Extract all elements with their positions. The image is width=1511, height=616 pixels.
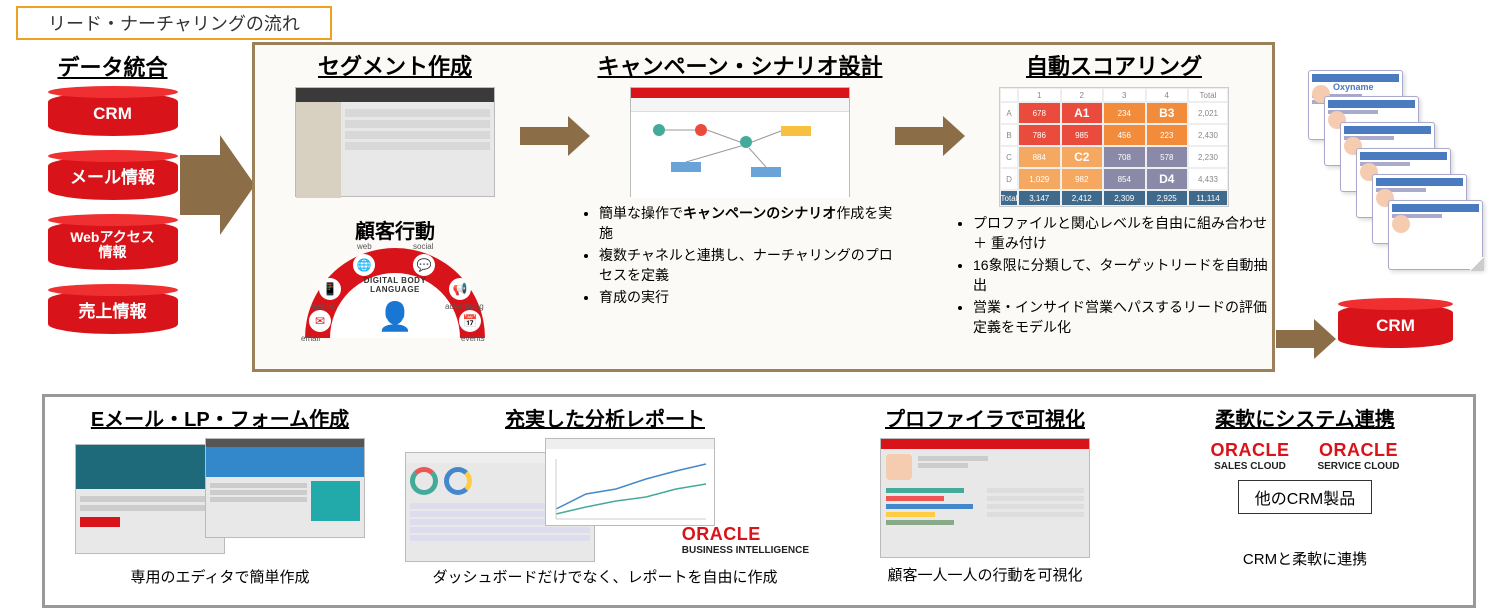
segment-heading: セグメント作成 bbox=[265, 49, 525, 81]
email-icon: ✉ bbox=[309, 310, 331, 332]
events-icon: 📅 bbox=[459, 310, 481, 332]
data-integration-column: データ統合 CRM メール情報 Webアクセス 情報 売上情報 bbox=[30, 50, 195, 354]
flow-arrow-2 bbox=[895, 127, 945, 145]
email-screenshot-1 bbox=[75, 444, 225, 554]
customer-behavior-heading: 顧客行動 bbox=[265, 215, 525, 244]
campaign-screenshot bbox=[630, 87, 850, 197]
campaign-panel: キャンペーン・シナリオ設計 bbox=[585, 49, 895, 309]
source-web: Webアクセス 情報 bbox=[48, 220, 178, 270]
scoring-grid: 1234Total A 678A1234B32,021 B 7869854562… bbox=[999, 87, 1229, 207]
scoring-heading: 自動スコアリング bbox=[959, 49, 1269, 81]
segment-screenshot bbox=[295, 87, 495, 197]
campaign-bullet-3: 育成の実行 bbox=[599, 289, 669, 305]
scoring-bullets: プロファイルと関心レベルを自由に組み合わせ ＋ 重み付け 16象限に分類して、タ… bbox=[959, 213, 1269, 337]
source-crm: CRM bbox=[48, 92, 178, 136]
oracle-sales-cloud-logo: ORACLE SALES CLOUD bbox=[1210, 440, 1289, 472]
other-crm-badge: 他のCRM製品 bbox=[1238, 480, 1372, 514]
source-mail: メール情報 bbox=[48, 156, 178, 200]
integration-panel: 柔軟にシステム連携 ORACLE SALES CLOUD ORACLE SERV… bbox=[1145, 403, 1465, 569]
email-screenshot-2 bbox=[205, 438, 365, 538]
flow-container: セグメント作成 顧客行動 DIGITAL BODY LANGUAGE 👤 ✉ e… bbox=[252, 42, 1275, 372]
profile-card-stack: Oxyname bbox=[1308, 70, 1483, 280]
segment-panel: セグメント作成 顧客行動 DIGITAL BODY LANGUAGE 👤 ✉ e… bbox=[265, 49, 525, 338]
campaign-bullets: 簡単な操作でキャンペーンのシナリオ作成を実施 複数チャネルと連携し、ナーチャリン… bbox=[585, 203, 895, 307]
profiler-screenshot bbox=[880, 438, 1090, 558]
campaign-bullet-2: 複数チャネルと連携し、ナーチャリングのプロセスを定義 bbox=[599, 247, 893, 283]
scoring-panel: 自動スコアリング 1234Total A 678A1234B32,021 B 7… bbox=[959, 49, 1269, 339]
source-sales: 売上情報 bbox=[48, 290, 178, 334]
email-panel: Eメール・LP・フォーム作成 bbox=[55, 403, 385, 587]
web-icon: 🌐 bbox=[353, 254, 375, 276]
person-icon: 👤 bbox=[378, 300, 413, 333]
bottom-container: Eメール・LP・フォーム作成 bbox=[42, 394, 1476, 608]
flow-arrow-1 bbox=[520, 127, 570, 145]
campaign-bullet-1: 簡単な操作でキャンペーンのシナリオ作成を実施 bbox=[599, 205, 892, 241]
campaign-heading: キャンペーン・シナリオ設計 bbox=[585, 49, 895, 81]
profiler-panel: プロファイラで可視化 bbox=[835, 403, 1135, 585]
advertising-icon: 📢 bbox=[449, 278, 471, 300]
digital-body-language-icon: DIGITAL BODY LANGUAGE 👤 ✉ email 📱 mobile… bbox=[305, 248, 485, 338]
avatar-icon bbox=[886, 454, 912, 480]
reports-panel: 充実した分析レポート bbox=[395, 403, 815, 587]
social-icon: 💬 bbox=[413, 254, 435, 276]
crm-output: Oxyname CRM bbox=[1308, 70, 1483, 370]
crm-output-cylinder: CRM bbox=[1338, 304, 1453, 348]
report-screenshot-2 bbox=[545, 438, 715, 526]
title-tab: リード・ナーチャリングの流れ bbox=[16, 6, 332, 40]
oracle-bi-logo: ORACLE BUSINESS INTELLIGENCE bbox=[682, 524, 809, 556]
mobile-icon: 📱 bbox=[319, 278, 341, 300]
oracle-service-cloud-logo: ORACLE SERVICE CLOUD bbox=[1317, 440, 1399, 472]
data-integration-heading: データ統合 bbox=[30, 50, 195, 82]
